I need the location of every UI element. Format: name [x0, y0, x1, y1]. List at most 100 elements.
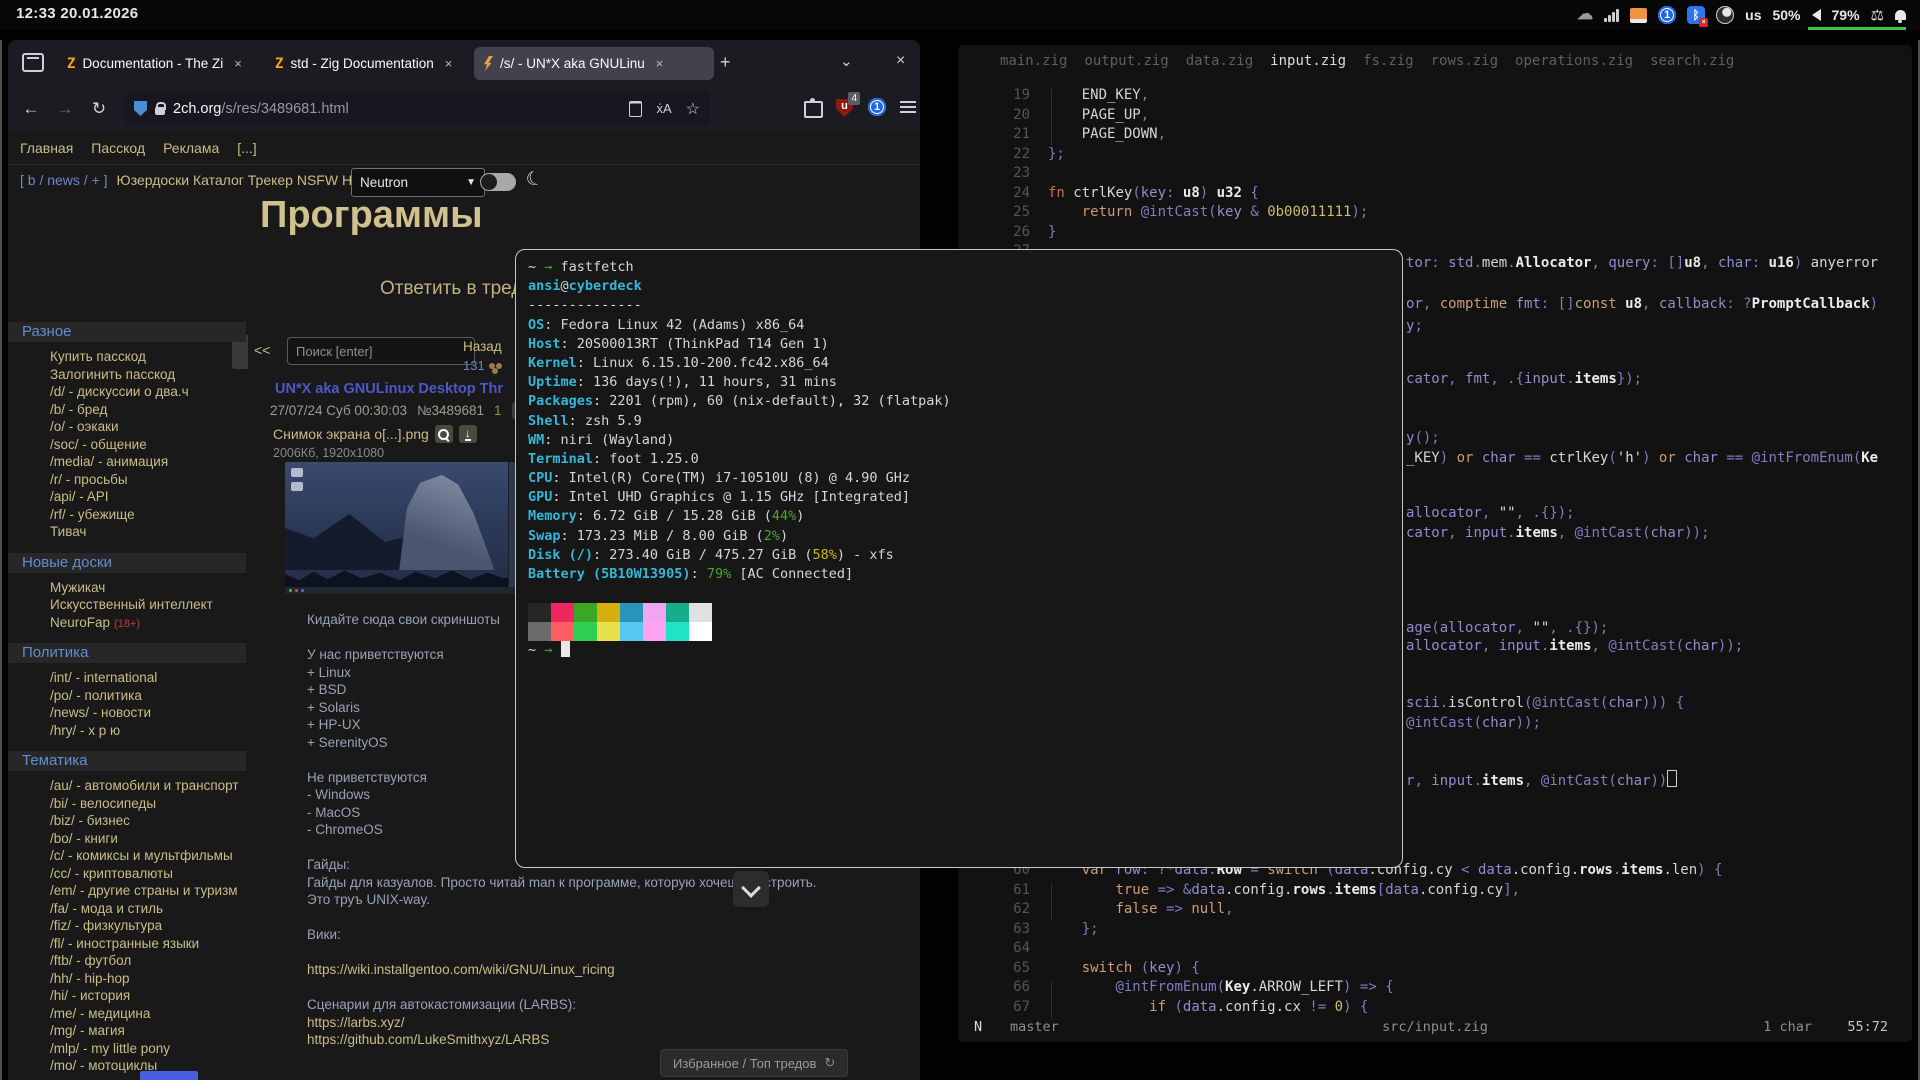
editor-tab-data.zig[interactable]: data.zig [1186, 53, 1253, 69]
site-nav-link[interactable]: Главная [20, 140, 73, 156]
editor-tab-rows.zig[interactable]: rows.zig [1431, 53, 1498, 69]
sidebar-board-link[interactable]: /news/ - новости [8, 704, 246, 722]
sidebar-board-link[interactable]: /hi/ - история [8, 987, 246, 1005]
back-to-board-link[interactable]: Назад [463, 339, 502, 354]
code-line[interactable]: 63 }; [958, 920, 1912, 940]
network-signal-icon[interactable] [1604, 8, 1619, 22]
files-app-icon[interactable] [1630, 8, 1647, 23]
cloud-sync-icon[interactable]: ☁ [1577, 7, 1593, 23]
code-line[interactable]: 62 false => null, [958, 900, 1912, 920]
sidebar-board-link[interactable]: /cc/ - криптовалюты [8, 865, 246, 883]
sidebar-board-link[interactable]: /fa/ - мода и стиль [8, 900, 246, 918]
tab-2ch-thread[interactable]: /s/ - UN*X aka GNULinu × [474, 47, 714, 80]
sidebar-board-link[interactable]: NeuroFap(18+) [8, 614, 246, 632]
tab-zig-std[interactable]: Z std - Zig Documentation × [266, 47, 486, 80]
favorites-top-threads-button[interactable]: Избранное / Топ тредов ↻ [660, 1049, 848, 1077]
ublock-icon[interactable]: u4 [836, 99, 853, 117]
thread-subject[interactable]: UN*X aka GNULinux Desktop Thr [275, 381, 503, 397]
forward-icon[interactable]: → [48, 99, 82, 119]
sidebar-board-link[interactable]: /bo/ - книги [8, 830, 246, 848]
sidebar-board-link[interactable]: /em/ - другие страны и туризм [8, 882, 246, 900]
editor-tab-output.zig[interactable]: output.zig [1084, 53, 1168, 69]
onepassword-icon[interactable]: 1 [1658, 6, 1676, 24]
reload-icon[interactable]: ↻ [82, 99, 116, 119]
site-nav-link[interactable]: [...] [237, 140, 256, 156]
zoom-file-button[interactable] [435, 425, 453, 443]
url-bar[interactable]: 2ch.org/s/res/3489681.html ẋA ☆ [124, 92, 710, 125]
foot-terminal-window[interactable]: ~ → fastfetchansi@cyberdeck-------------… [515, 249, 1403, 868]
code-line[interactable]: 22}; [958, 145, 1912, 165]
editor-tab-search.zig[interactable]: search.zig [1650, 53, 1734, 69]
tab-overflow-chevron-icon[interactable]: ⌄ [840, 52, 853, 70]
code-line[interactable]: 24fn ctrlKey(key: u8) u32 { [958, 184, 1912, 204]
code-line[interactable]: 26} [958, 223, 1912, 243]
sidebar-board-link[interactable]: /d/ - дискуссии о два.ч [8, 383, 246, 401]
sidebar-board-link[interactable]: /b/ - бред [8, 401, 246, 419]
power-profile-scales-icon[interactable]: ⚖ [1871, 8, 1884, 23]
new-posts-bar[interactable] [140, 1071, 198, 1080]
sidebar-board-link[interactable]: /soc/ - общение [8, 436, 246, 454]
back-icon[interactable]: ← [14, 99, 48, 119]
dark-mode-moon-icon[interactable]: ☾ [523, 166, 546, 192]
tab-close-icon[interactable]: × [445, 56, 453, 71]
bluetooth-disabled-icon[interactable]: ᛒ× [1687, 6, 1705, 24]
reply-link[interactable]: Ответить в тред [380, 278, 522, 300]
collapse-label[interactable]: << [254, 342, 270, 358]
sidebar-board-link[interactable]: /ftb/ - футбол [8, 952, 246, 970]
sidebar-board-link[interactable]: /bi/ - велосипеды [8, 795, 246, 813]
sidebar-board-link[interactable]: /fiz/ - физкультура [8, 917, 246, 935]
sidebar-board-link[interactable]: /hh/ - hip-hop [8, 970, 246, 988]
volume-level[interactable]: 50% [1772, 7, 1800, 23]
speaker-icon[interactable] [1812, 9, 1821, 21]
editor-tab-fs.zig[interactable]: fs.zig [1363, 53, 1414, 69]
notification-bell-icon[interactable] [1895, 10, 1906, 20]
sidebar-board-link[interactable]: /au/ - автомобили и транспорт [8, 777, 246, 795]
sidebar-board-link[interactable]: Купить пасскод [8, 348, 246, 366]
scroll-down-button[interactable] [733, 871, 769, 907]
translate-icon[interactable]: ẋA [656, 101, 671, 116]
window-close-icon[interactable]: × [896, 52, 905, 70]
editor-tab-operations.zig[interactable]: operations.zig [1515, 53, 1633, 69]
sidebar-board-link[interactable]: /biz/ - бизнес [8, 812, 246, 830]
sidebar-board-link[interactable]: Мужикач [8, 579, 246, 597]
post-number[interactable]: №3489681 [417, 403, 484, 418]
code-line[interactable]: 64 [958, 939, 1912, 959]
extensions-puzzle-icon[interactable] [804, 101, 823, 118]
code-line[interactable]: 61 true => &data.config.rows.items[data.… [958, 881, 1912, 901]
reader-mode-icon[interactable] [629, 101, 642, 117]
editor-tab-input.zig[interactable]: input.zig [1270, 53, 1346, 69]
sidebar-board-link[interactable]: Залогинить пасскод [8, 366, 246, 384]
download-file-button[interactable]: ↓ [459, 425, 477, 443]
bookmark-star-icon[interactable]: ☆ [686, 99, 700, 119]
sidebar-board-link[interactable]: /o/ - оэкаки [8, 418, 246, 436]
sidebar-board-link[interactable]: /rf/ - убежище [8, 506, 246, 524]
battery-level[interactable]: 79% [1832, 7, 1860, 23]
sidebar-board-link[interactable]: /mg/ - магия [8, 1022, 246, 1040]
search-input[interactable] [287, 337, 475, 365]
sidebar-board-link[interactable]: /c/ - комиксы и мультфильмы [8, 847, 246, 865]
code-line[interactable]: 21 PAGE_DOWN, [958, 125, 1912, 145]
onepassword-extension-icon[interactable]: 1 [868, 98, 886, 116]
sidebar-board-link[interactable]: /po/ - политика [8, 687, 246, 705]
sidebar-board-link[interactable]: /mo/ - мотоциклы [8, 1057, 246, 1075]
tracking-protection-shield-icon[interactable] [134, 101, 147, 116]
sidebar-board-link[interactable]: Тивач [8, 523, 246, 541]
sidebar-board-link[interactable]: /me/ - медицина [8, 1005, 246, 1023]
filename-link[interactable]: Снимок экрана о[...].png [273, 426, 429, 442]
sidebar-board-link[interactable]: /fl/ - иностранные языки [8, 935, 246, 953]
sidebar-board-link[interactable]: /mlp/ - my little pony [8, 1040, 246, 1058]
new-tab-button[interactable]: + [720, 52, 731, 73]
code-line[interactable]: 65 switch (key) { [958, 959, 1912, 979]
sidebar-board-link[interactable]: /media/ - анимация [8, 453, 246, 471]
code-line[interactable]: 66 @intFromEnum(Key.ARROW_LEFT) => { [958, 978, 1912, 998]
post-link[interactable]: https://wiki.installgentoo.com/wiki/GNU/… [307, 961, 817, 979]
code-line[interactable]: 19 END_KEY, [958, 86, 1912, 106]
editor-tab-main.zig[interactable]: main.zig [1000, 53, 1067, 69]
post-link[interactable]: https://larbs.xyz/ [307, 1014, 817, 1032]
board-shortcuts[interactable]: [ b / news / + ] [20, 172, 108, 188]
menu-hamburger-icon[interactable] [900, 106, 916, 108]
code-line[interactable]: 20 PAGE_UP, [958, 106, 1912, 126]
tab-close-icon[interactable]: × [234, 56, 242, 71]
post-link[interactable]: https://github.com/LukeSmithxyz/LARBS [307, 1031, 817, 1049]
theme-toggle[interactable] [480, 173, 516, 191]
